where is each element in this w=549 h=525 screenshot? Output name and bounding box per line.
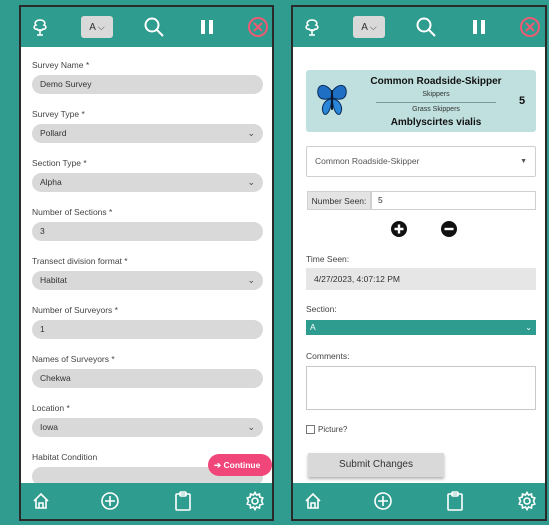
time-seen-field[interactable]: 4/27/2023, 4:07:12 PM [306, 268, 536, 290]
bottom-nav [21, 483, 272, 519]
section-value: A [310, 322, 316, 332]
search-icon[interactable] [413, 14, 439, 40]
settings-gear-icon[interactable] [515, 489, 539, 513]
names-of-surveyors-label: Names of Surveyors * [32, 354, 115, 364]
arrow-right-icon: ➔ [214, 460, 222, 470]
continue-label: Continue [223, 460, 261, 470]
pause-icon[interactable] [468, 16, 490, 38]
chevron-down-icon: ⌵ [369, 21, 377, 32]
top-toolbar: A ⌵ [21, 7, 272, 47]
transect-format-select[interactable]: Habitat ⌄ [32, 271, 263, 290]
species-common-name: Common Roadside-Skipper [370, 76, 502, 87]
survey-type-value: Pollard [40, 128, 67, 138]
survey-setup-screen: A ⌵ Survey Name * Demo Survey Survey Typ… [19, 5, 274, 521]
tree-icon[interactable] [29, 16, 51, 38]
chevron-down-icon: ⌵ [97, 21, 105, 32]
divider [376, 102, 496, 103]
species-family: Skippers [422, 91, 450, 98]
survey-name-label: Survey Name * [32, 60, 90, 70]
caret-down-icon: ▼ [520, 158, 527, 165]
close-icon[interactable] [246, 15, 270, 39]
number-seen-input[interactable]: 5 [371, 191, 536, 210]
settings-gear-icon[interactable] [243, 489, 267, 513]
names-of-surveyors-field[interactable]: Chekwa [32, 369, 263, 388]
submit-changes-button[interactable]: Submit Changes [308, 453, 444, 477]
comments-textarea[interactable] [306, 366, 536, 410]
picture-option: Picture? [306, 425, 347, 434]
home-icon[interactable] [301, 489, 325, 513]
pause-icon[interactable] [196, 16, 218, 38]
home-icon[interactable] [29, 489, 53, 513]
number-of-surveyors-label: Number of Surveyors * [32, 305, 118, 315]
continue-button[interactable]: ➔ Continue [208, 454, 272, 476]
minus-circle-icon[interactable] [440, 220, 458, 238]
species-scientific-name: Amblyscirtes vialis [390, 117, 482, 128]
number-of-surveyors-field[interactable]: 1 [32, 320, 263, 339]
section-select[interactable]: A ⌄ [306, 320, 536, 335]
survey-name-field[interactable]: Demo Survey [32, 75, 263, 94]
chevron-down-icon: ⌄ [247, 177, 255, 187]
clipboard-icon[interactable] [443, 489, 467, 513]
survey-type-select[interactable]: Pollard ⌄ [32, 124, 263, 143]
search-icon[interactable] [141, 14, 167, 40]
bottom-nav [293, 483, 545, 519]
font-size-label: A [361, 21, 368, 33]
section-type-select[interactable]: Alpha ⌄ [32, 173, 263, 192]
chevron-down-icon: ⌄ [247, 128, 255, 138]
species-card: Common Roadside-Skipper Skippers Grass S… [306, 70, 536, 132]
add-circle-icon[interactable] [371, 489, 395, 513]
plus-circle-icon[interactable] [390, 220, 408, 238]
tree-icon[interactable] [301, 16, 323, 38]
font-size-label: A [89, 21, 96, 33]
habitat-condition-label: Habitat Condition [32, 452, 98, 462]
chevron-down-icon: ⌄ [525, 323, 532, 332]
section-type-value: Alpha [40, 177, 62, 187]
survey-form: Survey Name * Demo Survey Survey Type * … [21, 47, 272, 486]
chevron-down-icon: ⌄ [247, 275, 255, 285]
transect-format-value: Habitat [40, 275, 67, 285]
location-value: Iowa [40, 422, 58, 432]
section-label: Section: [306, 304, 337, 314]
clipboard-icon[interactable] [171, 489, 195, 513]
time-seen-label: Time Seen: [306, 254, 350, 264]
species-select[interactable]: Common Roadside-Skipper ▼ [306, 146, 536, 177]
butterfly-icon [316, 82, 348, 118]
picture-checkbox[interactable] [306, 425, 315, 434]
font-size-select[interactable]: A ⌵ [353, 16, 385, 38]
section-type-label: Section Type * [32, 158, 87, 168]
survey-type-label: Survey Type * [32, 109, 85, 119]
location-select[interactable]: Iowa ⌄ [32, 418, 263, 437]
close-icon[interactable] [518, 15, 542, 39]
number-of-sections-field[interactable]: 3 [32, 222, 263, 241]
transect-format-label: Transect division format * [32, 256, 128, 266]
species-count: 5 [519, 95, 526, 107]
chevron-down-icon: ⌄ [247, 422, 255, 432]
picture-label: Picture? [318, 425, 348, 434]
add-circle-icon[interactable] [98, 489, 122, 513]
font-size-select[interactable]: A ⌵ [81, 16, 113, 38]
species-subfamily: Grass Skippers [412, 106, 460, 113]
species-select-value: Common Roadside-Skipper [315, 156, 420, 166]
observation-entry-screen: A ⌵ Common Roadside-Skipper Skippers Gra… [291, 5, 547, 521]
comments-label: Comments: [306, 351, 350, 361]
number-seen-label: Number Seen: [307, 191, 371, 210]
number-of-sections-label: Number of Sections * [32, 207, 113, 217]
location-label: Location * [32, 403, 70, 413]
top-toolbar: A ⌵ [293, 7, 545, 47]
